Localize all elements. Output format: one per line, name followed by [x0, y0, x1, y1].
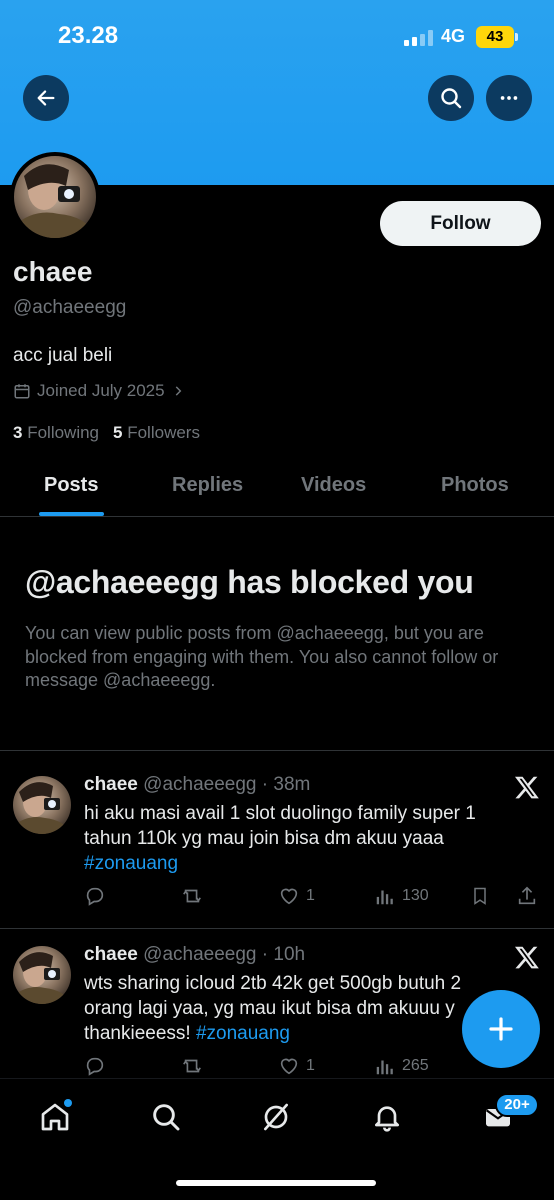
- nav-grok[interactable]: [256, 1097, 296, 1137]
- plus-icon: [489, 1017, 513, 1041]
- post-text: hi aku masi avail 1 slot duolingo family…: [84, 801, 504, 876]
- grok-icon: [264, 1103, 288, 1131]
- bookmark-button[interactable]: [470, 885, 490, 907]
- views-button[interactable]: 265: [374, 1055, 429, 1077]
- reply-button[interactable]: [84, 885, 106, 907]
- notifications-icon: [375, 1106, 399, 1132]
- like-count: 1: [306, 1057, 315, 1074]
- like-button[interactable]: 1: [278, 1055, 315, 1077]
- blocked-title: @achaeeegg has blocked you: [25, 564, 474, 600]
- view-count: 265: [402, 1057, 429, 1074]
- back-button[interactable]: [23, 75, 69, 121]
- post-handle: @achaeeegg: [143, 774, 257, 795]
- reply-button[interactable]: [84, 1055, 106, 1077]
- following-link[interactable]: 3 Following: [13, 423, 99, 443]
- active-tab-indicator: [39, 512, 104, 516]
- share-button[interactable]: [516, 885, 538, 907]
- compose-button[interactable]: [462, 990, 540, 1068]
- battery-icon: 43: [476, 26, 518, 48]
- bookmark-icon: [474, 887, 486, 905]
- view-count: 130: [402, 887, 429, 904]
- followers-label: Followers: [127, 423, 200, 442]
- home-indicator: [176, 1180, 376, 1186]
- post-avatar[interactable]: [13, 776, 71, 834]
- joined-label: Joined July 2025: [37, 381, 165, 400]
- more-horizontal-icon: [500, 96, 518, 100]
- profile-tabs: Posts Replies Videos Photos: [0, 464, 554, 517]
- battery-level: 43: [486, 28, 504, 45]
- display-name: chaee: [13, 256, 93, 287]
- tab-videos[interactable]: Videos: [301, 474, 366, 497]
- messages-badge: 20+: [495, 1093, 539, 1117]
- post-sep: ·: [256, 774, 274, 795]
- views-icon: [376, 890, 393, 905]
- tab-replies[interactable]: Replies: [172, 474, 243, 497]
- arrow-left-icon: [37, 90, 55, 106]
- blocked-description: You can view public posts from @achaeeeg…: [25, 623, 499, 690]
- signal-icon: [404, 30, 434, 46]
- repost-button[interactable]: [180, 1055, 204, 1077]
- views-button[interactable]: 130: [374, 885, 429, 907]
- tab-photos[interactable]: Photos: [441, 474, 509, 497]
- calendar-icon: [14, 384, 30, 399]
- following-count: 3: [13, 423, 23, 442]
- post-hashtag[interactable]: #zonauang: [84, 853, 178, 874]
- followers-count: 5: [113, 423, 123, 442]
- repost-button[interactable]: [180, 885, 204, 907]
- divider: [0, 750, 554, 751]
- search-button[interactable]: [428, 75, 474, 121]
- post-avatar[interactable]: [13, 946, 71, 1004]
- post-text: wts sharing icloud 2tb 42k get 500gb but…: [84, 971, 504, 1046]
- network-type: 4G: [441, 26, 466, 46]
- reply-icon: [86, 1057, 104, 1076]
- post-header: chaee @achaeeegg · 10h: [84, 944, 305, 966]
- repost-icon: [183, 889, 201, 903]
- follow-stats: 3 Following 5 Followers: [13, 423, 200, 443]
- status-bar: 23.28 4G 43: [0, 0, 554, 72]
- more-button[interactable]: [486, 75, 532, 121]
- post-handle: @achaeeegg: [143, 944, 257, 965]
- post-author[interactable]: chaee: [84, 774, 138, 795]
- search-icon: [441, 88, 462, 109]
- reply-icon: [86, 887, 104, 906]
- following-label: Following: [27, 423, 100, 442]
- like-button[interactable]: 1: [278, 885, 315, 907]
- post-hashtag[interactable]: #zonauang: [196, 1023, 290, 1044]
- post-header: chaee @achaeeegg · 38m: [84, 774, 310, 796]
- views-icon: [376, 1060, 393, 1075]
- follow-button[interactable]: Follow: [380, 201, 541, 246]
- post-time: 10h: [273, 944, 306, 965]
- nav-notifications[interactable]: [367, 1097, 407, 1137]
- status-time: 23.28: [58, 22, 119, 49]
- post-sep: ·: [256, 944, 274, 965]
- chevron-right-icon: [175, 386, 181, 396]
- profile-avatar[interactable]: [10, 152, 100, 242]
- heart-icon: [280, 888, 298, 905]
- avatar-photo: [13, 782, 71, 834]
- divider: [0, 928, 554, 929]
- avatar-photo: [14, 164, 96, 238]
- heart-icon: [280, 1058, 298, 1075]
- like-count: 1: [306, 887, 315, 904]
- profile-bio: acc jual beli: [13, 345, 113, 366]
- nav-search[interactable]: [146, 1097, 186, 1137]
- post-author[interactable]: chaee: [84, 944, 138, 965]
- repost-icon: [183, 1059, 201, 1073]
- avatar-photo: [13, 952, 71, 1004]
- home-notification-dot: [64, 1099, 72, 1107]
- search-icon: [153, 1104, 180, 1131]
- x-logo-icon: [514, 946, 539, 969]
- nav-home[interactable]: [35, 1097, 75, 1137]
- profile-handle: @achaeeegg: [13, 297, 127, 318]
- x-logo-icon: [514, 776, 539, 799]
- post-actions: 1 130: [84, 885, 544, 909]
- post-time: 38m: [273, 774, 311, 795]
- joined-date[interactable]: Joined July 2025: [13, 381, 185, 401]
- share-icon: [518, 886, 536, 905]
- post-body: hi aku masi avail 1 slot duolingo family…: [84, 803, 476, 849]
- followers-link[interactable]: 5 Followers: [113, 423, 200, 443]
- tab-posts[interactable]: Posts: [44, 474, 98, 497]
